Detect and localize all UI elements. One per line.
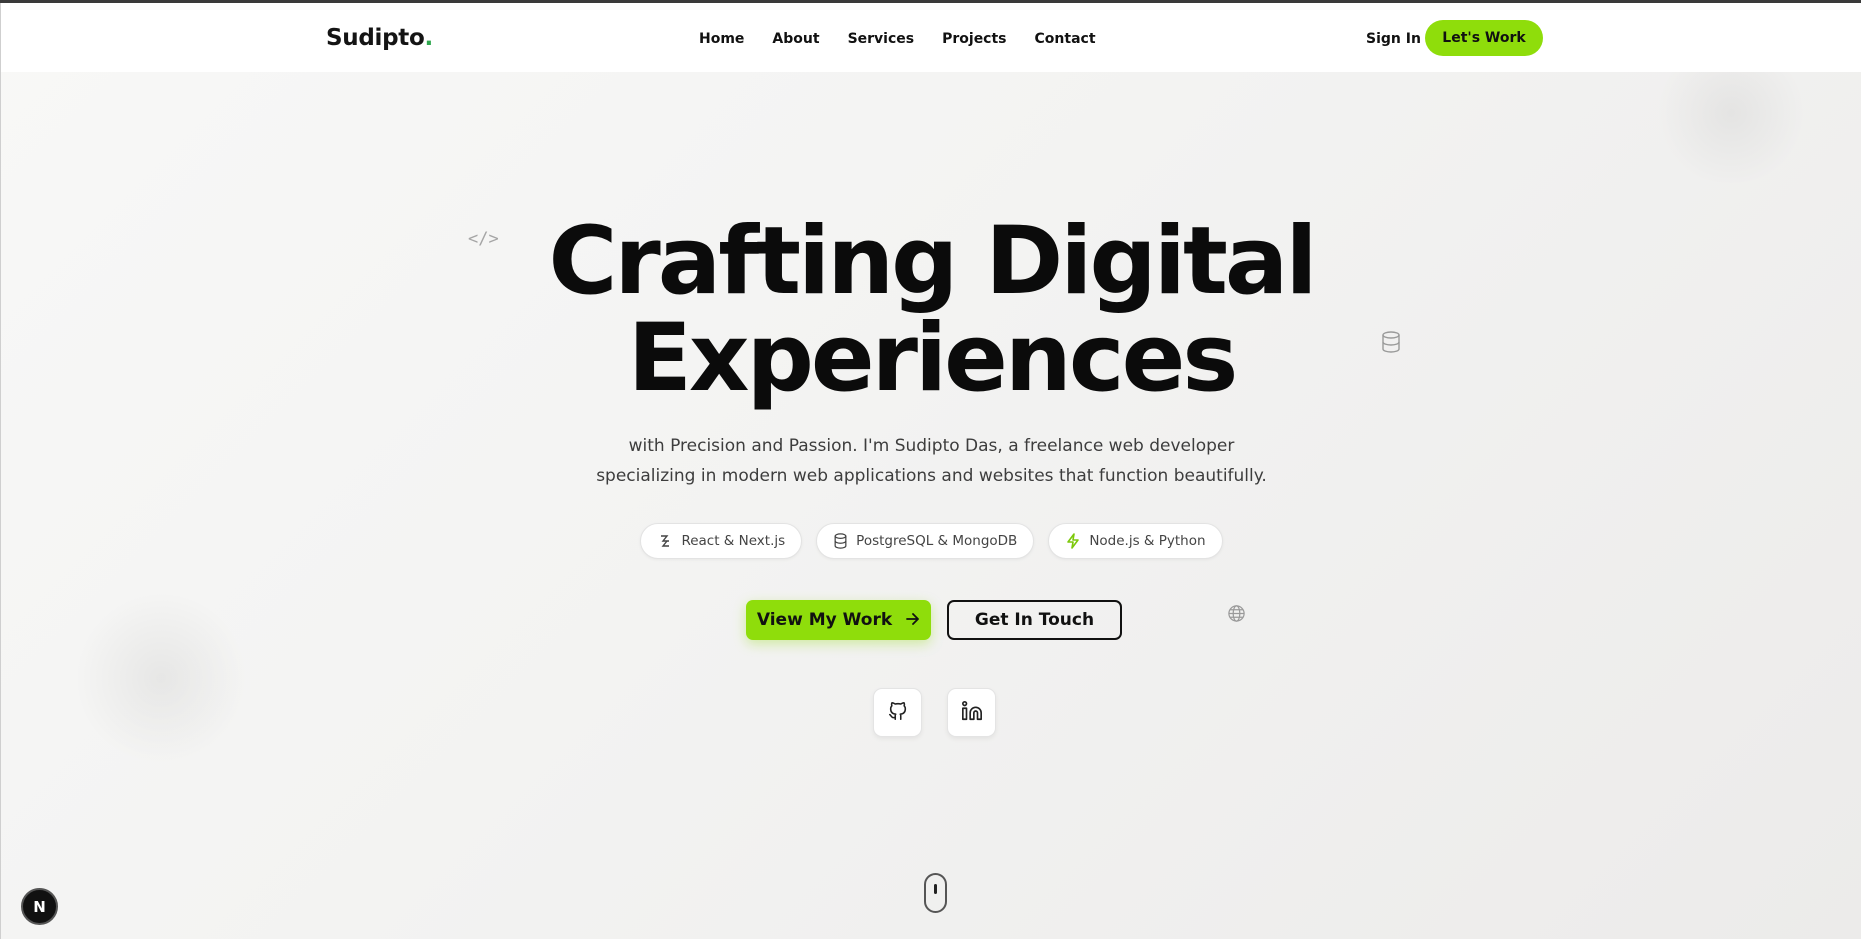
github-icon bbox=[887, 700, 909, 726]
tech-pill: Node.js & Python bbox=[1048, 523, 1223, 559]
database-icon bbox=[833, 533, 848, 549]
tech-pill-label: React & Next.js bbox=[681, 533, 786, 549]
github-button[interactable] bbox=[873, 688, 922, 737]
tech-pill-label: PostgreSQL & MongoDB bbox=[856, 533, 1018, 549]
logo-dot: . bbox=[424, 25, 433, 51]
nav-link-services[interactable]: Services bbox=[848, 31, 915, 47]
view-my-work-button[interactable]: View My Work bbox=[746, 600, 931, 640]
site-logo[interactable]: Sudipto. bbox=[326, 25, 433, 51]
lightning-icon bbox=[1065, 533, 1081, 549]
tech-pill-label: Node.js & Python bbox=[1089, 533, 1206, 549]
nav-links: Home About Services Projects Contact bbox=[699, 31, 1124, 47]
nav-link-contact[interactable]: Contact bbox=[1035, 31, 1096, 47]
scroll-dot bbox=[934, 884, 937, 894]
linkedin-button[interactable] bbox=[947, 688, 996, 737]
linkedin-icon bbox=[961, 700, 983, 726]
hero-subtitle: with Precision and Passion. I'm Sudipto … bbox=[1, 431, 1861, 491]
tech-pill: PostgreSQL & MongoDB bbox=[816, 523, 1035, 559]
top-navbar: Sudipto. Home About Services Projects Co… bbox=[1, 3, 1861, 72]
nav-link-about[interactable]: About bbox=[772, 31, 819, 47]
scroll-indicator[interactable] bbox=[924, 873, 947, 913]
hero-title: Crafting Digital Experiences bbox=[1, 213, 1861, 407]
hero-title-line1: Crafting Digital bbox=[548, 207, 1317, 316]
arrow-right-icon bbox=[906, 610, 920, 630]
hero-subtitle-line1: with Precision and Passion. I'm Sudipto … bbox=[628, 436, 1235, 456]
nav-link-projects[interactable]: Projects bbox=[942, 31, 1006, 47]
hero-subtitle-line2: specializing in modern web applications … bbox=[596, 466, 1267, 486]
logo-text: Sudipto bbox=[326, 25, 425, 51]
sign-in-link[interactable]: Sign In bbox=[1366, 31, 1421, 47]
lets-work-button[interactable]: Let's Work bbox=[1425, 20, 1543, 56]
view-my-work-label: View My Work bbox=[756, 610, 893, 630]
nav-link-home[interactable]: Home bbox=[699, 31, 744, 47]
tech-pill: React & Next.js bbox=[640, 523, 803, 559]
cta-row: View My Work Get In Touch bbox=[746, 600, 1122, 640]
background-blob bbox=[71, 593, 251, 763]
react-icon bbox=[657, 533, 673, 549]
page-frame: Sudipto. Home About Services Projects Co… bbox=[0, 3, 1861, 939]
globe-icon bbox=[1227, 604, 1246, 627]
hero-title-line2: Experiences bbox=[627, 304, 1239, 413]
social-links bbox=[873, 688, 996, 737]
tech-pills: React & Next.js PostgreSQL & MongoDB Nod… bbox=[1, 523, 1861, 559]
nextjs-dev-badge[interactable]: N bbox=[21, 888, 58, 925]
get-in-touch-button[interactable]: Get In Touch bbox=[947, 600, 1122, 640]
